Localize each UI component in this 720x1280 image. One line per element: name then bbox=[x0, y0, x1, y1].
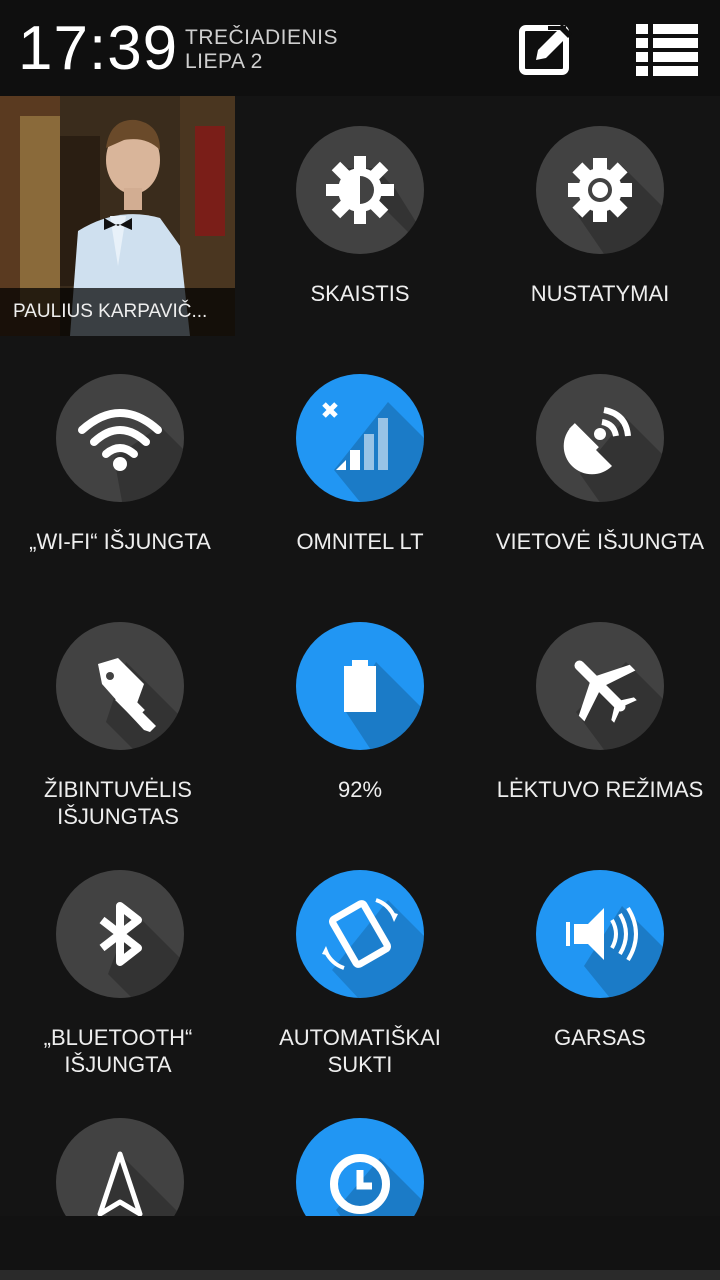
tile-label: ŽIBINTUVĖLIS IŠJUNGTAS bbox=[44, 777, 192, 829]
airplane-toggle-button[interactable] bbox=[536, 622, 664, 750]
rotate-icon bbox=[322, 898, 424, 998]
signal-icon bbox=[322, 402, 424, 502]
wifi-icon bbox=[78, 409, 184, 502]
tile-label: VIETOVĖ IŠJUNGTA bbox=[495, 529, 705, 554]
location-icon bbox=[563, 407, 664, 502]
tile-label: OMNITEL LT bbox=[296, 529, 424, 554]
battery-toggle-button[interactable] bbox=[296, 622, 424, 750]
tile-label: LĖKTUVO REŽIMAS bbox=[496, 777, 704, 802]
user-profile-card[interactable]: PAULIUS KARPAVIČ... bbox=[0, 96, 235, 336]
volume-toggle-button[interactable] bbox=[536, 870, 664, 998]
bluetooth-toggle-button[interactable] bbox=[56, 870, 184, 998]
list-view-button[interactable] bbox=[636, 22, 698, 76]
signal-toggle-button[interactable] bbox=[296, 374, 424, 502]
gear-icon bbox=[568, 158, 664, 254]
date-display: TREČIADIENIS LIEPA 2 bbox=[185, 26, 338, 74]
tile-label: GARSAS bbox=[554, 1025, 646, 1050]
airplane-icon bbox=[574, 660, 664, 750]
tile-label: 92% bbox=[337, 777, 383, 802]
tile-label: AUTOMATIŠKAI SUKTI bbox=[279, 1025, 441, 1077]
rotate-toggle-button[interactable] bbox=[296, 870, 424, 998]
clock-time[interactable]: 17:39 bbox=[18, 14, 178, 84]
bluetooth-icon bbox=[99, 902, 184, 998]
wifi-toggle-button[interactable] bbox=[56, 374, 184, 502]
tile-label: „BLUETOOTH“ IŠJUNGTA bbox=[43, 1025, 193, 1077]
edit-button[interactable] bbox=[518, 22, 572, 76]
location-toggle-button[interactable] bbox=[536, 374, 664, 502]
flashlight-toggle-button[interactable] bbox=[56, 622, 184, 750]
profile-name: PAULIUS KARPAVIČ... bbox=[0, 288, 235, 336]
volume-icon bbox=[566, 906, 664, 998]
gear-toggle-button[interactable] bbox=[536, 126, 664, 254]
brightness-icon bbox=[326, 156, 424, 248]
tile-label: SKAISTIS bbox=[310, 281, 410, 306]
tile-label: „WI-FI“ IŠJUNGTA bbox=[29, 529, 211, 554]
weekday-label: TREČIADIENIS bbox=[185, 26, 339, 49]
brightness-toggle-button[interactable] bbox=[296, 126, 424, 254]
list-icon bbox=[636, 24, 698, 76]
flashlight-icon bbox=[98, 658, 184, 750]
edit-icon bbox=[519, 24, 572, 75]
date-label: LIEPA 2 bbox=[185, 50, 263, 73]
tile-label: NUSTATYMAI bbox=[530, 281, 670, 306]
battery-icon bbox=[344, 660, 424, 750]
quick-settings-header: 17:39 TREČIADIENIS LIEPA 2 bbox=[0, 0, 720, 96]
bottom-bar bbox=[0, 1270, 720, 1280]
